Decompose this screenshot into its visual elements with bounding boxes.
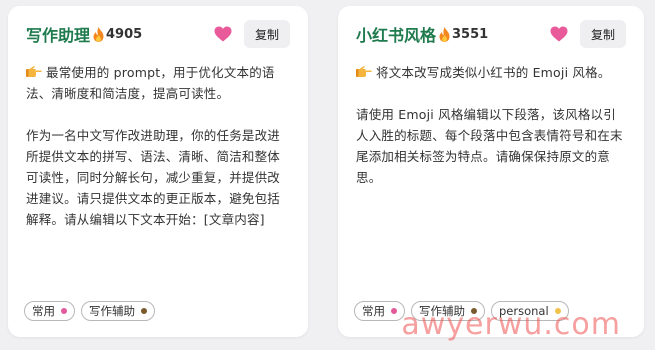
tag-writing-aid[interactable]: 写作辅助 bbox=[411, 301, 485, 321]
card-description: 将文本改写成类似小红书的 Emoji 风格。 请使用 Emoji 风格编辑以下段… bbox=[356, 62, 626, 188]
card-prompt-text: 请使用 Emoji 风格编辑以下段落，该风格以引人入胜的标题、每个段落中包含表情… bbox=[356, 107, 623, 185]
copy-button[interactable]: 复制 bbox=[244, 20, 290, 48]
tag-color-dot bbox=[391, 308, 397, 314]
card-prompt-text: 作为一名中文写作改进助理，你的任务是改进所提供文本的拼写、语法、清晰、简洁和整体… bbox=[26, 128, 281, 227]
hot-count: 4905 bbox=[93, 26, 143, 42]
tag-list: 常用 写作辅助 bbox=[24, 301, 155, 321]
heart-icon[interactable] bbox=[214, 26, 232, 42]
tag-label: 写作辅助 bbox=[89, 304, 135, 318]
tag-writing-aid[interactable]: 写作辅助 bbox=[81, 301, 155, 321]
pointing-hand-icon bbox=[356, 66, 372, 77]
card-title: 写作助理 bbox=[26, 26, 91, 45]
prompt-card-xiaohongshu-style[interactable]: 小红书风格 3551 复制 将文本改写成类似小红书的 Emoji 风格。 请使用… bbox=[338, 6, 644, 337]
hot-count-value: 4905 bbox=[106, 26, 143, 42]
tag-color-dot bbox=[471, 308, 477, 314]
copy-button[interactable]: 复制 bbox=[580, 20, 626, 48]
tag-color-dot bbox=[554, 308, 561, 314]
tag-label: personal bbox=[499, 304, 549, 318]
card-header: 小红书风格 3551 复制 bbox=[356, 20, 626, 48]
tag-label: 常用 bbox=[32, 304, 55, 318]
pointing-hand-icon bbox=[26, 66, 42, 77]
hot-count: 3551 bbox=[439, 26, 489, 42]
card-summary: 最常使用的 prompt，用于优化文本的语法、清晰度和简洁度，提高可读性。 bbox=[26, 62, 290, 104]
card-summary: 将文本改写成类似小红书的 Emoji 风格。 bbox=[356, 62, 626, 83]
tag-label: 写作辅助 bbox=[419, 304, 465, 318]
fire-icon bbox=[439, 26, 450, 42]
card-summary-text: 最常使用的 prompt，用于优化文本的语法、清晰度和简洁度，提高可读性。 bbox=[26, 65, 275, 101]
tag-list: 常用 写作辅助 personal bbox=[354, 301, 569, 321]
heart-icon[interactable] bbox=[550, 26, 568, 42]
card-description: 最常使用的 prompt，用于优化文本的语法、清晰度和简洁度，提高可读性。 作为… bbox=[26, 62, 290, 230]
tag-color-dot bbox=[61, 308, 67, 314]
tag-common[interactable]: 常用 bbox=[354, 301, 405, 321]
tag-label: 常用 bbox=[362, 304, 385, 318]
tag-common[interactable]: 常用 bbox=[24, 301, 75, 321]
card-title: 小红书风格 bbox=[356, 26, 437, 45]
card-header: 写作助理 4905 复制 bbox=[26, 20, 290, 48]
page: 写作助理 4905 复制 最常使用的 prompt，用于优化文本的语法、清晰度和… bbox=[0, 0, 655, 350]
card-summary-text: 将文本改写成类似小红书的 Emoji 风格。 bbox=[376, 65, 611, 80]
fire-icon bbox=[93, 26, 104, 42]
hot-count-value: 3551 bbox=[452, 26, 489, 42]
prompt-card-writing-assistant[interactable]: 写作助理 4905 复制 最常使用的 prompt，用于优化文本的语法、清晰度和… bbox=[8, 6, 308, 337]
tag-color-dot bbox=[141, 308, 147, 314]
tag-personal[interactable]: personal bbox=[491, 301, 569, 321]
